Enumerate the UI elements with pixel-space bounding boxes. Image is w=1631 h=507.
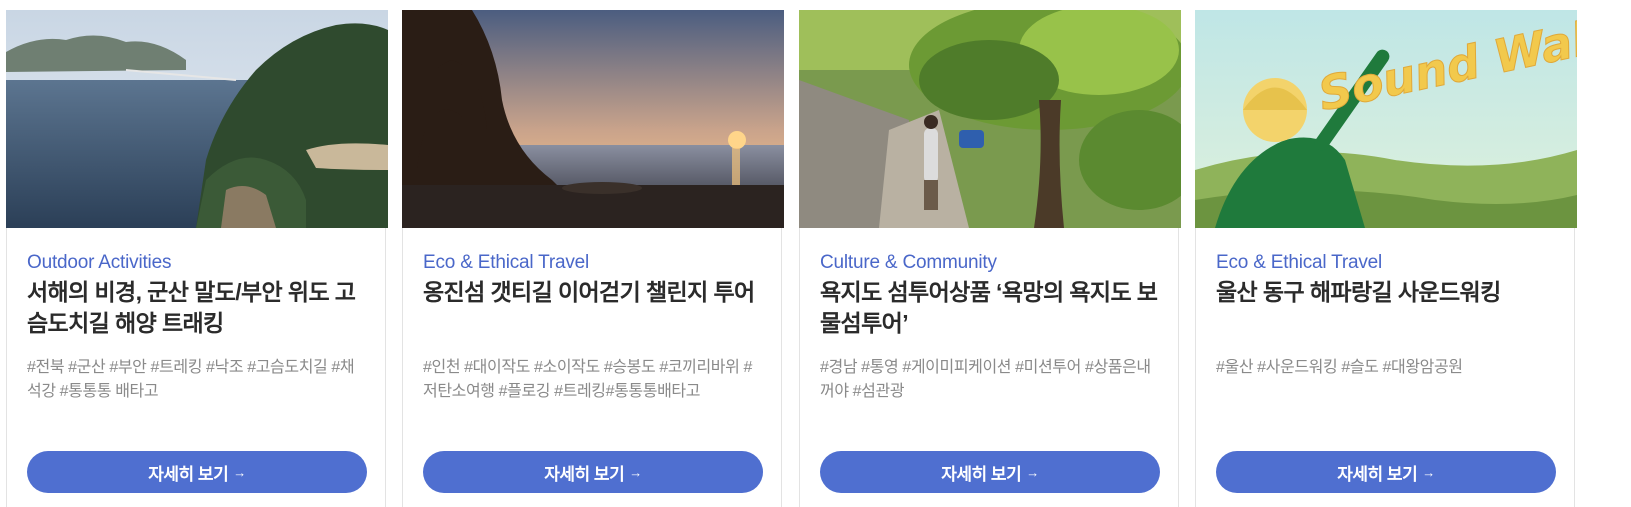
view-details-button[interactable]: 자세히 보기 → <box>423 451 763 493</box>
card-image[interactable] <box>6 10 388 228</box>
card-title[interactable]: 울산 동구 해파랑길 사운드워킹 <box>1216 277 1556 308</box>
sound-walking-image: Sound Walking <box>1195 10 1577 228</box>
arrow-right-icon: → <box>233 464 246 480</box>
card-image[interactable] <box>402 10 784 228</box>
card-title[interactable]: 욕지도 섬투어상품 ‘욕망의 욕지도 보물섬투어’ <box>820 277 1160 339</box>
view-details-button[interactable]: 자세히 보기 → <box>27 451 367 493</box>
tour-card-list: Outdoor Activities 서해의 비경, 군산 말도/부안 위도 고… <box>0 0 1631 507</box>
card-image[interactable]: Sound Walking <box>1195 10 1577 228</box>
card-tags: #인천 #대이작도 #소이작도 #승봉도 #코끼리바위 #저탄소여행 #플로깅 … <box>423 359 752 400</box>
view-details-label: 자세히 보기 <box>148 464 229 484</box>
card-title[interactable]: 옹진섬 갯티길 이어걷기 챌린지 투어 <box>423 277 763 308</box>
sea-arch-sunset-image <box>402 10 784 228</box>
card-category: Culture & Community <box>820 252 997 273</box>
tour-card[interactable]: Outdoor Activities 서해의 비경, 군산 말도/부안 위도 고… <box>6 10 388 507</box>
card-tags: #경남 #통영 #게이미피케이션 #미션투어 #상품은내꺼야 #섬관광 <box>820 359 1151 400</box>
card-image[interactable] <box>799 10 1181 228</box>
tour-card[interactable]: Eco & Ethical Travel 옹진섬 갯티길 이어걷기 챌린지 투어… <box>402 10 784 507</box>
arrow-right-icon: → <box>1422 464 1435 480</box>
view-details-label: 자세히 보기 <box>544 464 625 484</box>
view-details-button[interactable]: 자세히 보기 → <box>820 451 1160 493</box>
card-tags: #전북 #군산 #부안 #트레킹 #낙조 #고슴도치길 #채석강 #통통통 배타… <box>27 359 355 400</box>
card-category: Eco & Ethical Travel <box>423 252 590 273</box>
tour-card[interactable]: Culture & Community 욕지도 섬투어상품 ‘욕망의 욕지도 보… <box>799 10 1181 507</box>
card-category: Outdoor Activities <box>27 252 172 273</box>
arrow-right-icon: → <box>629 464 642 480</box>
card-tags: #울산 #사운드워킹 #슬도 #대왕암공원 <box>1216 359 1463 376</box>
coastal-island-image <box>6 10 388 228</box>
tour-card[interactable]: Sound Walking Eco & Ethical Travel 울산 동구… <box>1195 10 1577 507</box>
card-category: Eco & Ethical Travel <box>1216 252 1383 273</box>
view-details-label: 자세히 보기 <box>1337 464 1418 484</box>
arrow-right-icon: → <box>1026 464 1039 480</box>
village-tree-image <box>799 10 1181 228</box>
view-details-label: 자세히 보기 <box>941 464 1022 484</box>
card-title[interactable]: 서해의 비경, 군산 말도/부안 위도 고슴도치길 해양 트래킹 <box>27 277 367 339</box>
view-details-button[interactable]: 자세히 보기 → <box>1216 451 1556 493</box>
